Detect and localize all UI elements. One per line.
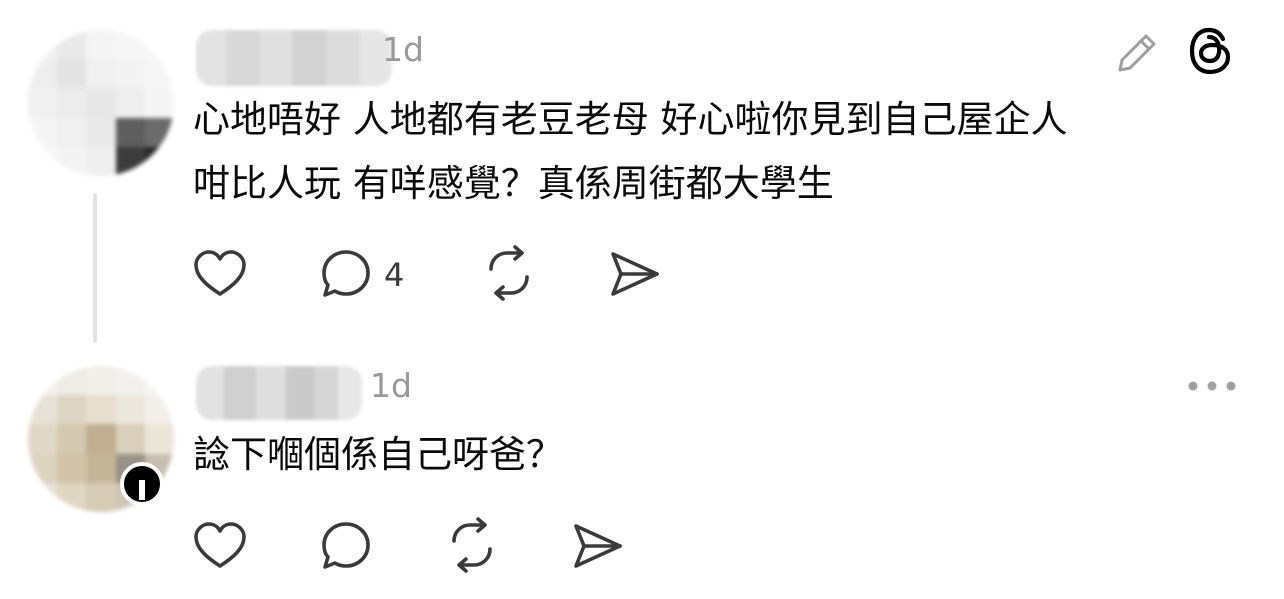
threads-logo-icon[interactable] <box>1187 26 1235 76</box>
comment-text: 咁比人玩 有咩感覺？真係周街都大學生 <box>193 162 834 205</box>
comment-text: 諗下嗰個係自己呀爸？ <box>193 433 563 476</box>
repost-icon[interactable] <box>444 517 500 573</box>
like-heart-icon[interactable] <box>192 520 248 572</box>
post-time: 1d <box>382 30 424 69</box>
username[interactable] <box>196 30 392 86</box>
edit-pencil-icon[interactable] <box>1112 28 1162 78</box>
repost-icon[interactable] <box>481 245 537 301</box>
share-send-icon[interactable] <box>607 248 663 300</box>
avatar[interactable] <box>28 30 174 176</box>
reply-count: 4 <box>384 256 405 294</box>
reply-bubble-icon[interactable] <box>319 520 373 574</box>
reply-bubble-icon[interactable] <box>319 248 373 302</box>
comment-text: 心地唔好 人地都有老豆老母 好心啦你見到自己屋企人 <box>193 98 1068 141</box>
share-send-icon[interactable] <box>570 520 626 572</box>
like-heart-icon[interactable] <box>192 248 248 300</box>
username[interactable] <box>196 366 362 420</box>
follow-badge[interactable] <box>120 462 164 506</box>
thread-line <box>93 193 97 343</box>
post-time: 1d <box>370 366 412 405</box>
more-options-icon[interactable] <box>1186 376 1238 396</box>
